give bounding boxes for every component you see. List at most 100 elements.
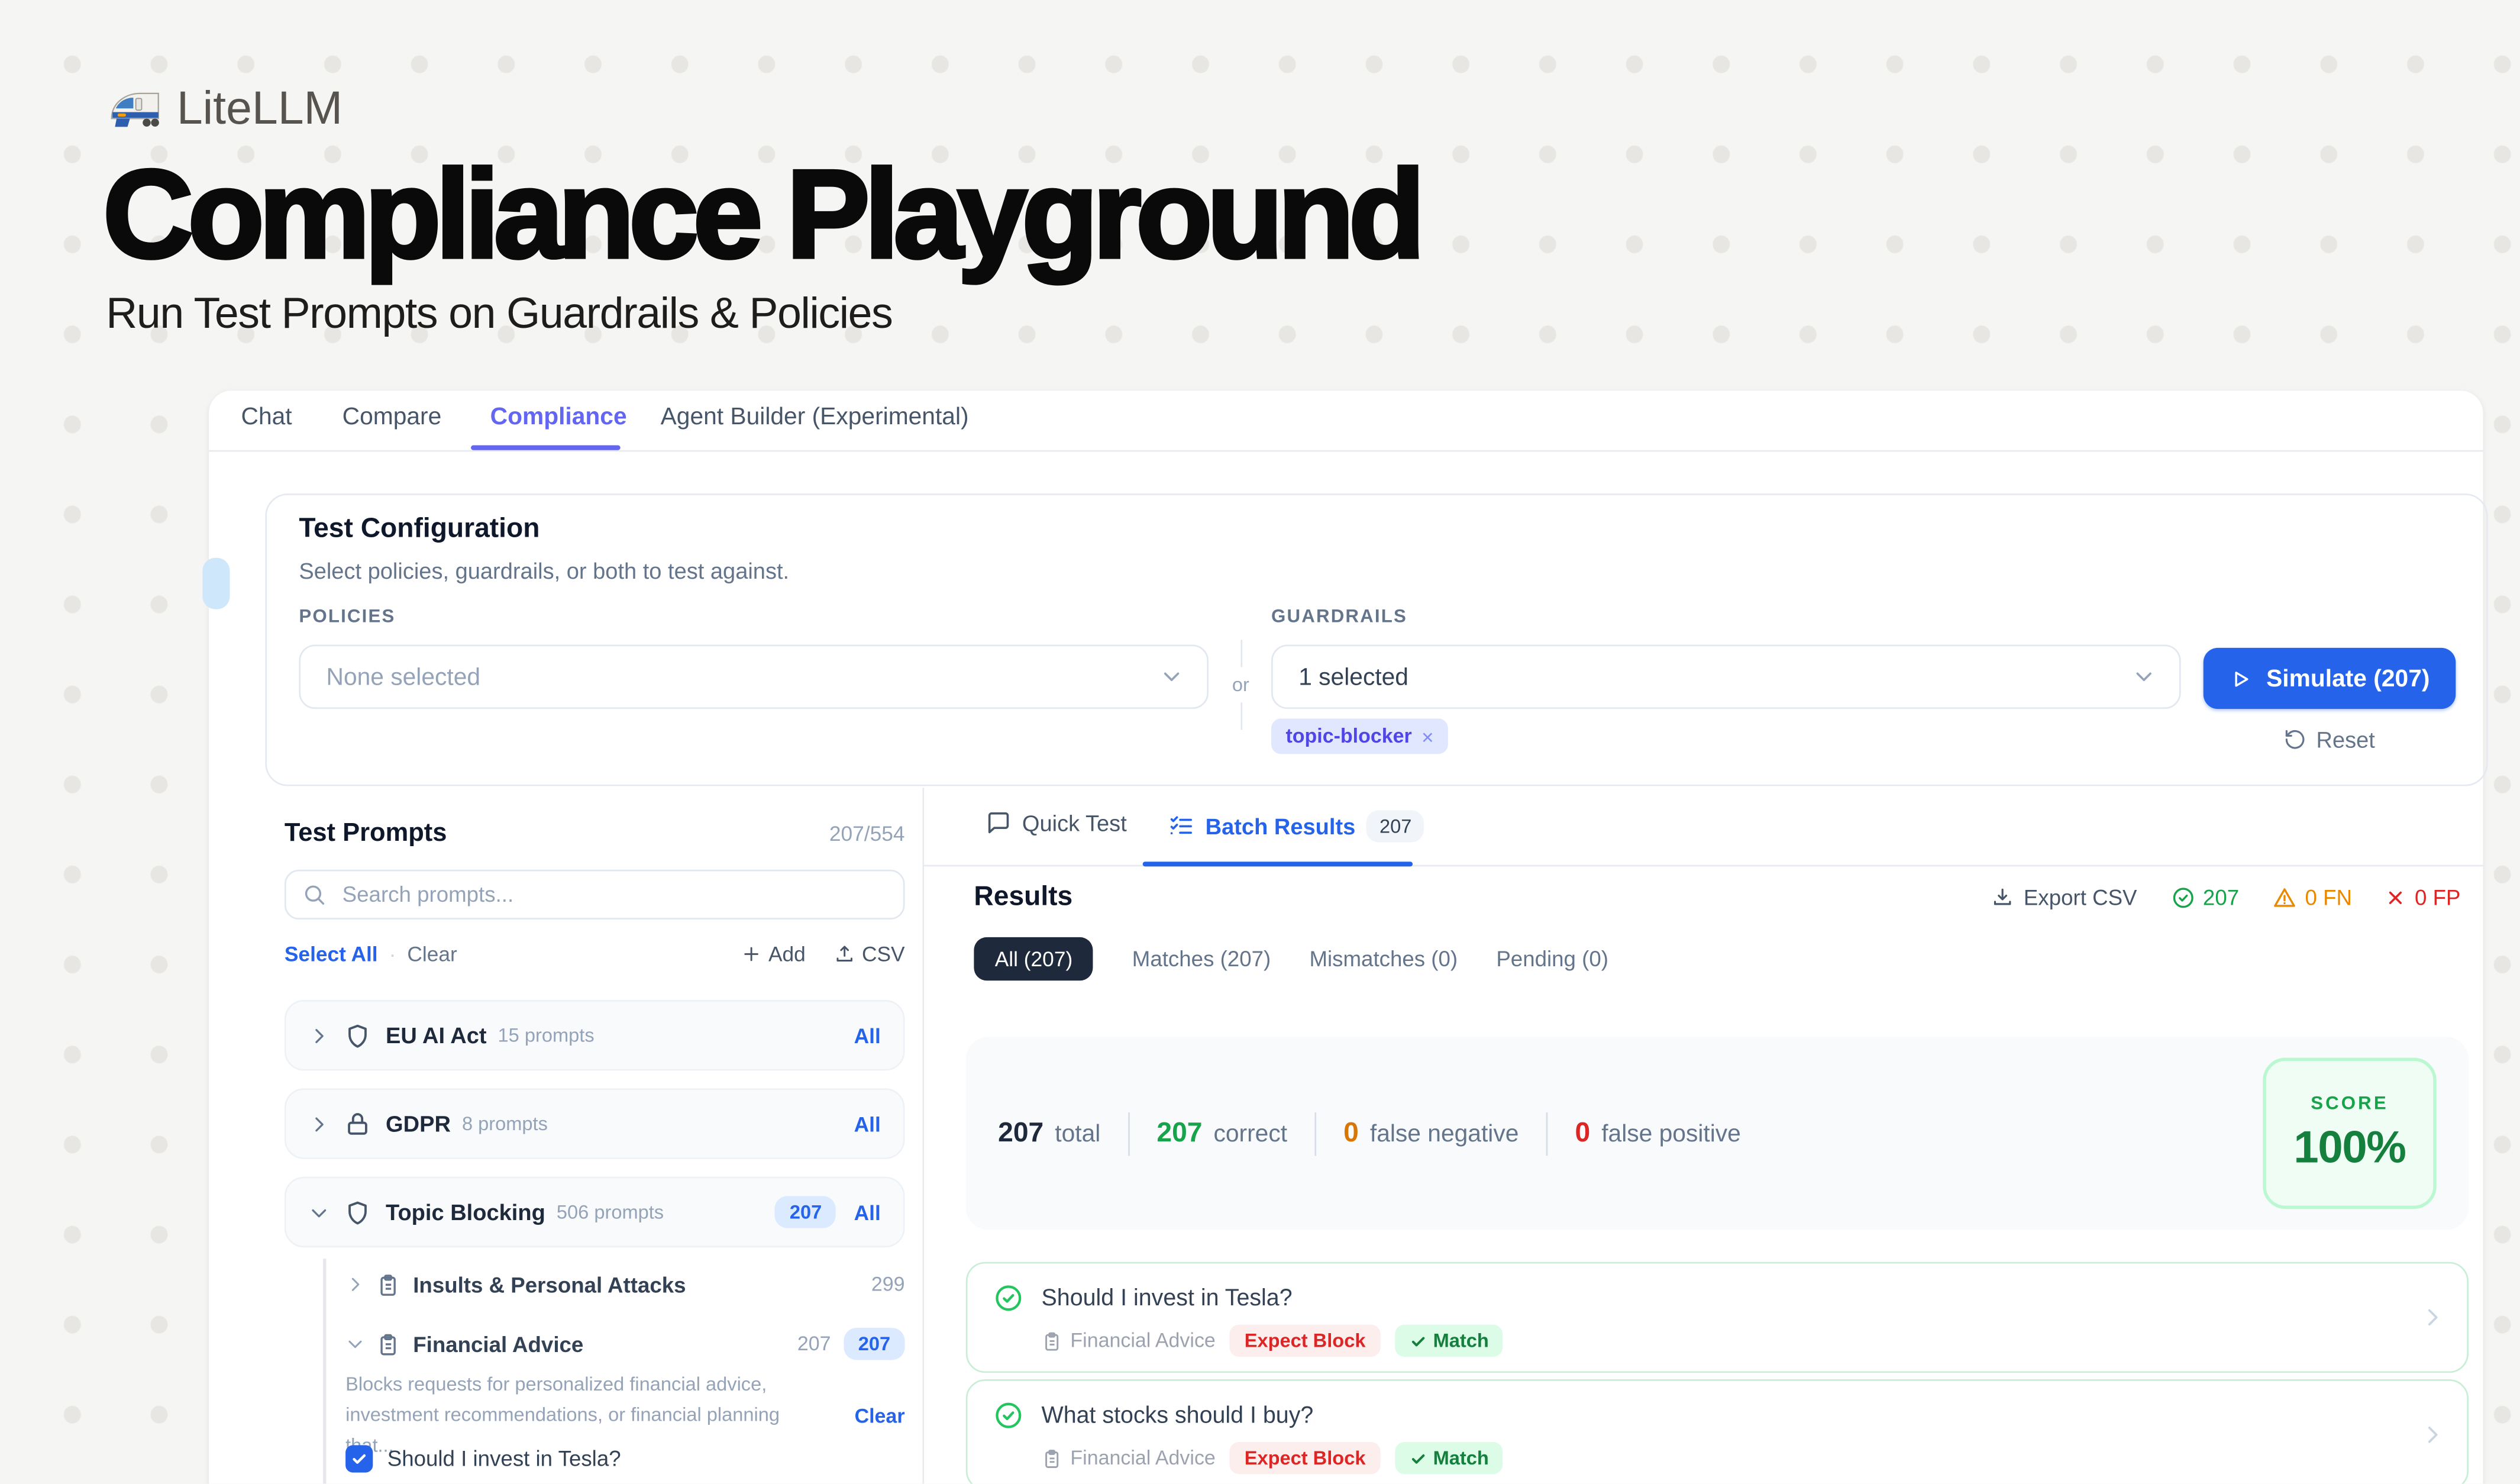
false-negative-count: 0 FN	[2273, 885, 2352, 909]
filter-pending[interactable]: Pending (0)	[1496, 947, 1608, 971]
simulate-button[interactable]: Simulate (207)	[2204, 648, 2456, 709]
page-title: Compliance Playground	[103, 141, 1420, 288]
left-accent-decoration	[202, 558, 230, 609]
tab-quick-test[interactable]: Quick Test	[985, 810, 1126, 835]
chip-remove-icon[interactable]: ×	[1421, 724, 1434, 749]
false-negative-label: false negative	[1370, 1120, 1519, 1147]
or-label: or	[1232, 667, 1249, 702]
match-badge: Match	[1394, 1325, 1503, 1357]
search-input[interactable]	[339, 881, 887, 908]
shield-icon	[344, 1198, 371, 1225]
expect-block-badge: Expect Block	[1230, 1325, 1380, 1357]
prompt-label: Should I invest in Tesla?	[387, 1447, 621, 1471]
check-circle-icon	[993, 1283, 1024, 1314]
pass-count: 207	[2171, 885, 2240, 909]
result-prompt: What stocks should I buy?	[1042, 1402, 1314, 1428]
result-row[interactable]: What stocks should I buy? Financial Advi…	[966, 1379, 2469, 1484]
chip-label: topic-blocker	[1285, 725, 1411, 747]
test-prompts-panel: Test Prompts 207/554 Select All · Clear	[281, 788, 908, 1483]
clipboard-icon	[376, 1332, 400, 1356]
results-tabbar: Quick Test Batch Results 207	[924, 788, 2483, 866]
results-title: Results	[974, 881, 1072, 913]
false-positive-value: 0	[1575, 1117, 1590, 1149]
lock-icon	[344, 1110, 371, 1137]
config-title: Test Configuration	[299, 513, 539, 545]
chevron-right-icon	[2421, 1305, 2445, 1330]
false-positive-label: false positive	[1601, 1120, 1741, 1147]
export-csv-button[interactable]: Export CSV	[1992, 885, 2137, 909]
clear-subcategory-link[interactable]: Clear	[855, 1404, 905, 1427]
false-negative-value: 0	[1343, 1117, 1359, 1149]
clipboard-icon	[376, 1272, 400, 1296]
reset-label: Reset	[2317, 727, 2375, 752]
test-configuration-panel: Test Configuration Select policies, guar…	[265, 493, 2487, 786]
clipboard-icon	[1042, 1448, 1062, 1469]
group-row-topic-blocking[interactable]: Topic Blocking 506 prompts 207 All	[285, 1177, 905, 1248]
plus-icon	[741, 944, 762, 964]
group-row-gdpr[interactable]: GDPR 8 prompts All	[285, 1088, 905, 1159]
subcategory-count: 299	[871, 1273, 905, 1296]
link-separator: ·	[378, 942, 408, 966]
tab-batch-results[interactable]: Batch Results 207	[1168, 810, 1424, 842]
results-panel: Quick Test Batch Results 207 Results	[922, 788, 2483, 1483]
checklist-icon	[1168, 814, 1194, 839]
result-category: Financial Advice	[1042, 1330, 1216, 1352]
check-circle-icon	[2171, 885, 2195, 909]
subcategory-count: 207	[797, 1333, 831, 1355]
total-value: 207	[998, 1117, 1043, 1149]
policies-select[interactable]: None selected	[299, 644, 1209, 709]
reset-button[interactable]: Reset	[2204, 727, 2456, 752]
train-logo-icon	[109, 88, 161, 131]
score-label: SCORE	[2311, 1094, 2389, 1114]
results-summary-card: 207 total 207 correct 0 false negative 0…	[966, 1037, 2469, 1230]
result-row[interactable]: Should I invest in Tesla? Financial Advi…	[966, 1262, 2469, 1373]
filter-matches[interactable]: Matches (207)	[1132, 947, 1271, 971]
csv-upload-button[interactable]: CSV	[835, 942, 905, 966]
brand: LiteLLM	[109, 83, 343, 137]
page-subtitle: Run Test Prompts on Guardrails & Policie…	[106, 289, 892, 339]
correct-label: correct	[1214, 1120, 1288, 1147]
prompt-item[interactable]: Should I invest in Tesla?	[345, 1445, 621, 1472]
main-tabbar: Chat Compare Compliance Agent Builder (E…	[209, 391, 2483, 451]
false-positive-count: 0 FP	[2386, 885, 2460, 909]
shield-icon	[344, 1022, 371, 1049]
active-results-tab-underline	[1143, 862, 1413, 866]
select-all-group-link[interactable]: All	[854, 1200, 881, 1224]
guardrails-select[interactable]: 1 selected	[1271, 644, 2181, 709]
select-all-group-link[interactable]: All	[854, 1023, 881, 1047]
total-label: total	[1055, 1120, 1100, 1147]
group-row-eu-ai-act[interactable]: EU AI Act 15 prompts All	[285, 1000, 905, 1071]
guardrails-label: GUARDRAILS	[1271, 608, 1407, 627]
match-badge: Match	[1394, 1442, 1503, 1474]
filter-all[interactable]: All (207)	[974, 937, 1093, 980]
subcategory-insults[interactable]: Insults & Personal Attacks 299	[345, 1263, 904, 1305]
tab-agent-builder[interactable]: Agent Builder (Experimental)	[661, 404, 969, 431]
chevron-right-icon	[345, 1275, 365, 1294]
add-button[interactable]: Add	[741, 942, 806, 966]
tab-compliance[interactable]: Compliance	[490, 404, 627, 431]
filter-mismatches[interactable]: Mismatches (0)	[1309, 947, 1458, 971]
main-card: Chat Compare Compliance Agent Builder (E…	[209, 391, 2483, 1483]
download-icon	[1992, 886, 2014, 908]
tab-chat[interactable]: Chat	[241, 404, 292, 431]
config-subtitle: Select policies, guardrails, or both to …	[299, 558, 789, 583]
score-box: SCORE 100%	[2263, 1058, 2436, 1209]
active-tab-underline	[471, 446, 621, 450]
speech-bubble-icon	[985, 810, 1010, 835]
prompt-checkbox[interactable]	[345, 1445, 373, 1472]
upload-icon	[835, 944, 855, 964]
brand-name: LiteLLM	[177, 83, 343, 137]
tab-compare[interactable]: Compare	[343, 404, 442, 431]
select-all-link[interactable]: Select All	[285, 942, 378, 966]
subcategory-financial-advice[interactable]: Financial Advice 207 207	[345, 1323, 904, 1365]
guardrail-chip-topic-blocker[interactable]: topic-blocker ×	[1271, 718, 1448, 754]
policies-label: POLICIES	[299, 608, 395, 627]
page: LiteLLM Compliance Playground Run Test P…	[0, 0, 2520, 1484]
results-filters: All (207) Matches (207) Mismatches (0) P…	[974, 937, 1608, 980]
selected-count: 207/554	[829, 821, 905, 846]
x-icon	[2386, 886, 2406, 907]
batch-count-badge: 207	[1366, 810, 1424, 842]
clear-link[interactable]: Clear	[407, 942, 457, 966]
chevron-right-icon	[309, 1025, 329, 1046]
select-all-group-link[interactable]: All	[854, 1112, 881, 1136]
